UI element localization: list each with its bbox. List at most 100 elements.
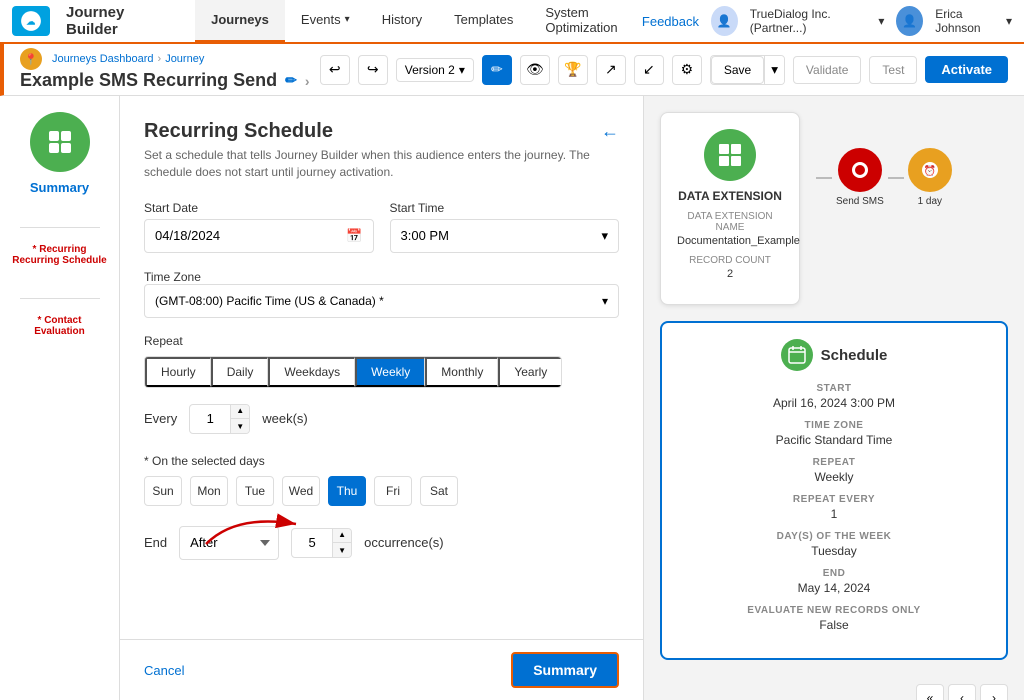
- day-label: 1 day: [918, 196, 942, 207]
- repeat-tab-hourly[interactable]: Hourly: [145, 357, 211, 387]
- day-sun[interactable]: Sun: [144, 476, 182, 506]
- repeat-tab-daily[interactable]: Daily: [211, 357, 269, 387]
- org-dropdown-icon: ▾: [878, 14, 884, 28]
- content-footer: Cancel Summary: [120, 639, 643, 700]
- end-unit: occurrence(s): [364, 535, 443, 550]
- day-mon[interactable]: Mon: [190, 476, 228, 506]
- end-spinners: ▲ ▼: [332, 528, 351, 558]
- pencil-button[interactable]: ✏: [482, 55, 512, 85]
- tab-events[interactable]: Events ▾: [285, 0, 366, 43]
- sched-start-value: April 16, 2024 3:00 PM: [678, 396, 990, 410]
- events-dropdown-icon: ▾: [345, 14, 350, 25]
- page-first-button[interactable]: «: [916, 684, 944, 700]
- summary-button[interactable]: Summary: [511, 652, 619, 688]
- contact-evaluation-required: * Contact: [38, 315, 82, 326]
- pagination: « ‹ ›: [644, 676, 1024, 700]
- day-wed[interactable]: Wed: [282, 476, 320, 506]
- start-date-input[interactable]: 04/18/2024 📅: [144, 219, 374, 253]
- save-dropdown-button[interactable]: ▾: [764, 56, 784, 84]
- page-next-button[interactable]: ›: [980, 684, 1008, 700]
- save-button[interactable]: Save: [711, 56, 764, 84]
- send-sms-node[interactable]: Send SMS: [836, 148, 884, 207]
- every-number-input[interactable]: 1 ▲ ▼: [189, 404, 250, 434]
- breadcrumb-sep: ›: [158, 53, 162, 65]
- repeat-tab-monthly[interactable]: Monthly: [425, 357, 498, 387]
- sched-start-label: START: [678, 383, 990, 394]
- schedule-fields: START April 16, 2024 3:00 PM TIME ZONE P…: [678, 383, 990, 632]
- journey-name: Example SMS Recurring Send: [20, 70, 277, 91]
- day-tue[interactable]: Tue: [236, 476, 274, 506]
- tab-system-optimization[interactable]: System Optimization: [529, 0, 642, 43]
- tab-history[interactable]: History: [366, 0, 438, 43]
- view-button[interactable]: 👁: [520, 55, 550, 85]
- sidebar-item-contact-evaluation[interactable]: * Contact Evaluation: [34, 315, 85, 337]
- repeat-tab-yearly[interactable]: Yearly: [498, 357, 561, 387]
- every-spinners: ▲ ▼: [230, 404, 249, 434]
- repeat-section: Repeat Hourly Daily Weekdays Weekly Mont…: [144, 334, 619, 388]
- end-value-field[interactable]: 5: [292, 535, 332, 550]
- every-decrement[interactable]: ▼: [231, 419, 249, 434]
- user-name[interactable]: Erica Johnson ▾: [935, 7, 1012, 35]
- sidebar-item-summary[interactable]: Summary: [30, 112, 90, 195]
- redo-button[interactable]: ↪: [358, 55, 388, 85]
- export-button[interactable]: ↗: [596, 55, 626, 85]
- sidebar-item-recurring-schedule[interactable]: * Recurring Recurring Schedule: [12, 244, 106, 266]
- connector-line-2: [888, 177, 904, 179]
- end-increment[interactable]: ▲: [333, 528, 351, 543]
- end-type-select[interactable]: After: [179, 526, 279, 560]
- user-avatar[interactable]: 👤: [711, 6, 738, 36]
- start-date-label: Start Date: [144, 201, 374, 215]
- every-value-field[interactable]: 1: [190, 411, 230, 426]
- tab-templates[interactable]: Templates: [438, 0, 529, 43]
- start-time-input[interactable]: 3:00 PM ▾: [390, 219, 620, 253]
- schedule-card-icon: [781, 339, 813, 371]
- timezone-select[interactable]: (GMT-08:00) Pacific Time (US & Canada) *…: [144, 284, 619, 318]
- validate-button[interactable]: Validate: [793, 56, 861, 84]
- end-number-input[interactable]: 5 ▲ ▼: [291, 528, 352, 558]
- day-node[interactable]: ⏰ 1 day: [908, 148, 952, 207]
- secondary-header: 📍 Journeys Dashboard › Journey Example S…: [0, 44, 1024, 96]
- org-name[interactable]: TrueDialog Inc. (Partner...) ▾: [750, 7, 885, 35]
- content-panel: Recurring Schedule ← Set a schedule that…: [120, 96, 644, 700]
- edit-icon[interactable]: ✏: [285, 72, 297, 89]
- header-actions: ↩ ↪ Version 2 ▾ ✏ 👁 🏆 ↗ ↙ ⚙ Save ▾ Valid…: [320, 55, 1008, 85]
- day-fri[interactable]: Fri: [374, 476, 412, 506]
- de-name-value: Documentation_Example: [677, 235, 783, 247]
- tab-journeys[interactable]: Journeys: [195, 0, 285, 43]
- repeat-tab-weekdays[interactable]: Weekdays: [268, 357, 355, 387]
- breadcrumb-journey[interactable]: Journey: [165, 53, 204, 65]
- end-label: End: [144, 535, 167, 550]
- page-prev-button[interactable]: ‹: [948, 684, 976, 700]
- user-account-avatar[interactable]: 👤: [896, 6, 923, 36]
- day-sat[interactable]: Sat: [420, 476, 458, 506]
- repeat-tab-weekly[interactable]: Weekly: [355, 357, 425, 387]
- activate-button[interactable]: Activate: [925, 56, 1008, 83]
- data-extension-card[interactable]: DATA EXTENSION DATA EXTENSION NAME Docum…: [660, 112, 800, 305]
- trophy-button[interactable]: 🏆: [558, 55, 588, 85]
- panel-title: Recurring Schedule: [144, 120, 333, 143]
- sidebar-divider-2: [20, 298, 100, 299]
- version-dropdown[interactable]: Version 2 ▾: [396, 58, 474, 82]
- feedback-button[interactable]: Feedback: [642, 14, 699, 29]
- end-decrement[interactable]: ▼: [333, 543, 351, 558]
- every-unit: week(s): [262, 411, 308, 426]
- app-logo[interactable]: ☁: [12, 6, 50, 36]
- connector-area: Send SMS ⏰ 1 day: [816, 112, 952, 207]
- undo-button[interactable]: ↩: [320, 55, 350, 85]
- day-thu[interactable]: Thu: [328, 476, 366, 506]
- start-time-group: Start Time 3:00 PM ▾: [390, 201, 620, 253]
- breadcrumb: 📍 Journeys Dashboard › Journey: [20, 48, 309, 70]
- every-row: Every 1 ▲ ▼ week(s): [144, 404, 619, 434]
- back-arrow-button[interactable]: ←: [601, 121, 619, 142]
- import-button[interactable]: ↙: [634, 55, 664, 85]
- every-increment[interactable]: ▲: [231, 404, 249, 419]
- breadcrumb-journeys[interactable]: Journeys Dashboard: [52, 53, 154, 65]
- sched-evaluate-value: False: [678, 618, 990, 632]
- sched-days-value: Tuesday: [678, 544, 990, 558]
- chevron-icon[interactable]: ›: [305, 73, 310, 89]
- time-dropdown-icon: ▾: [601, 228, 608, 244]
- test-button[interactable]: Test: [869, 56, 917, 84]
- cancel-button[interactable]: Cancel: [144, 663, 184, 678]
- settings-button[interactable]: ⚙: [672, 55, 702, 85]
- location-icon: 📍: [20, 48, 42, 70]
